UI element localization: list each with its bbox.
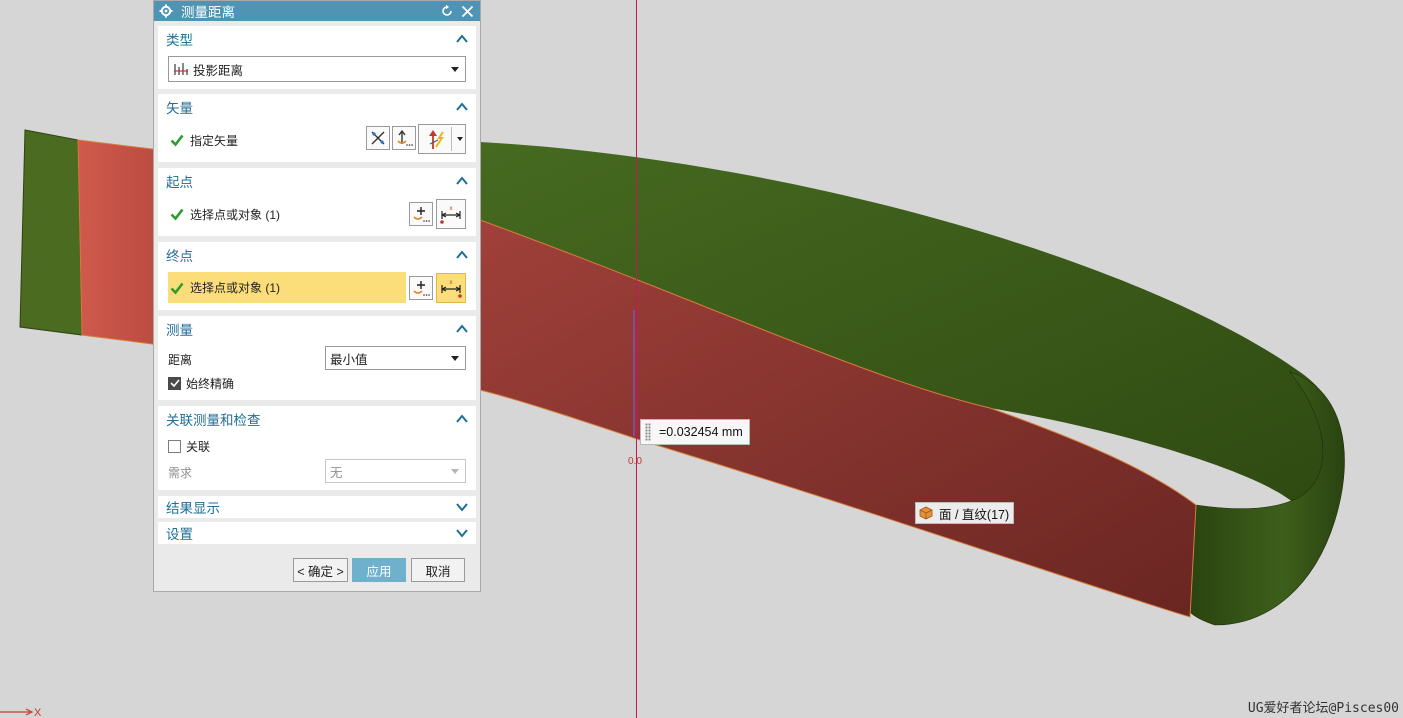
section-settings-title: 设置 bbox=[166, 527, 193, 542]
section-settings-header[interactable]: 设置 bbox=[158, 522, 476, 544]
end-point-dialog-button[interactable] bbox=[409, 276, 433, 300]
axis-triad-icon: X bbox=[0, 707, 42, 718]
distance-dropdown-value: 最小值 bbox=[330, 352, 368, 367]
inferred-vector-button[interactable] bbox=[366, 126, 390, 150]
point-on-curve-icon: x bbox=[440, 206, 461, 224]
ok-button[interactable]: < 确定 > bbox=[293, 558, 348, 582]
section-type-header[interactable]: 类型 bbox=[158, 26, 476, 52]
chevron-up-icon bbox=[456, 414, 468, 423]
point-constructor-icon bbox=[413, 207, 430, 222]
apply-button[interactable]: 应用 bbox=[352, 558, 406, 582]
vector-dialog-button[interactable] bbox=[392, 126, 416, 150]
end-point-select-button[interactable]: x bbox=[436, 273, 466, 303]
close-icon bbox=[461, 5, 473, 17]
face-tooltip: 面 / 直纹(17) bbox=[915, 502, 1015, 524]
associate-label: 关联 bbox=[186, 439, 211, 454]
section-associative: 关联测量和检查 关联 需求 无 bbox=[158, 406, 476, 490]
section-results-title: 结果显示 bbox=[166, 501, 220, 516]
point-on-curve-icon: x bbox=[441, 280, 462, 298]
svg-text:x: x bbox=[450, 206, 453, 212]
chevron-up-icon bbox=[456, 102, 468, 111]
section-vector: 矢量 指定矢量 bbox=[158, 94, 476, 162]
checkmark-icon bbox=[169, 379, 180, 388]
start-point-dialog-button[interactable] bbox=[409, 202, 433, 226]
grip-icon[interactable] bbox=[645, 423, 651, 441]
always-accurate-label: 始终精确 bbox=[186, 376, 235, 391]
requirement-label: 需求 bbox=[168, 465, 193, 480]
measure-distance-dialog: 测量距离 类型 投影距离 矢量 指定矢量 起点 选择点或对象 (1) x 终点 … bbox=[153, 0, 481, 592]
gear-icon bbox=[159, 4, 173, 18]
distance-label: 距离 bbox=[168, 352, 193, 367]
chevron-up-icon bbox=[456, 324, 468, 333]
section-start-header[interactable]: 起点 bbox=[158, 168, 476, 194]
reset-button[interactable] bbox=[439, 3, 455, 19]
requirement-dropdown-value: 无 bbox=[330, 465, 343, 480]
section-measure: 测量 距离 最小值 始终精确 bbox=[158, 316, 476, 400]
point-constructor-icon bbox=[413, 281, 430, 296]
section-measure-header[interactable]: 测量 bbox=[158, 316, 476, 342]
vector-label: 指定矢量 bbox=[190, 133, 239, 148]
section-settings: 设置 bbox=[158, 522, 476, 544]
check-icon bbox=[170, 134, 184, 147]
vector-type-dropdown[interactable] bbox=[418, 124, 466, 154]
vector-diagonal-icon bbox=[371, 131, 385, 145]
chevron-down-icon bbox=[456, 529, 468, 538]
close-button[interactable] bbox=[459, 3, 475, 19]
watermark: UG爱好者论坛@Pisces00 bbox=[1247, 701, 1399, 716]
check-icon bbox=[170, 282, 184, 294]
always-accurate-checkbox[interactable] bbox=[168, 376, 181, 390]
section-measure-title: 测量 bbox=[166, 323, 193, 338]
auto-vector-icon bbox=[428, 130, 444, 149]
section-results-header[interactable]: 结果显示 bbox=[158, 496, 476, 518]
zero-label: 0.0 bbox=[628, 456, 642, 467]
check-icon bbox=[170, 208, 184, 221]
section-end: 终点 选择点或对象 (1) x bbox=[158, 242, 476, 310]
axis-x-label: X bbox=[34, 707, 42, 718]
end-point-row[interactable]: 选择点或对象 (1) bbox=[168, 272, 406, 303]
distance-dropdown[interactable]: 最小值 bbox=[325, 346, 466, 370]
measurement-value: =0.032454 mm bbox=[659, 425, 743, 439]
dropdown-arrow-icon bbox=[451, 469, 459, 474]
end-point-label: 选择点或对象 (1) bbox=[190, 281, 281, 295]
dialog-title: 测量距离 bbox=[181, 5, 235, 20]
always-accurate-row[interactable]: 始终精确 bbox=[158, 374, 476, 392]
projected-distance-icon bbox=[174, 63, 188, 75]
cancel-button[interactable]: 取消 bbox=[411, 558, 465, 582]
chevron-down-icon bbox=[456, 503, 468, 512]
chevron-up-icon bbox=[456, 34, 468, 43]
section-start-title: 起点 bbox=[166, 175, 193, 190]
vector-constructor-icon bbox=[397, 129, 413, 146]
section-associative-title: 关联测量和检查 bbox=[166, 413, 261, 428]
section-end-header[interactable]: 终点 bbox=[158, 242, 476, 268]
projection-vector-line bbox=[636, 0, 637, 718]
associate-checkbox[interactable] bbox=[168, 439, 181, 453]
dropdown-arrow-icon bbox=[451, 67, 459, 72]
measurement-readout[interactable]: =0.032454 mm bbox=[640, 419, 750, 445]
chevron-up-icon bbox=[456, 176, 468, 185]
section-start: 起点 选择点或对象 (1) x bbox=[158, 168, 476, 236]
start-point-label: 选择点或对象 (1) bbox=[190, 207, 281, 222]
start-point-select-button[interactable]: x bbox=[436, 199, 466, 229]
dropdown-arrow-icon bbox=[451, 356, 459, 361]
section-associative-header[interactable]: 关联测量和检查 bbox=[158, 406, 476, 432]
section-type: 类型 投影距离 bbox=[158, 26, 476, 89]
type-dropdown[interactable]: 投影距离 bbox=[168, 56, 466, 82]
section-results: 结果显示 bbox=[158, 496, 476, 518]
section-type-title: 类型 bbox=[166, 33, 193, 48]
chevron-up-icon bbox=[456, 250, 468, 259]
requirement-dropdown[interactable]: 无 bbox=[325, 459, 466, 483]
reset-icon bbox=[442, 4, 452, 16]
face-cube-icon bbox=[919, 506, 933, 520]
section-vector-header[interactable]: 矢量 bbox=[158, 94, 476, 120]
type-dropdown-value: 投影距离 bbox=[193, 63, 244, 78]
face-tooltip-label: 面 / 直纹(17) bbox=[939, 507, 1010, 522]
dialog-titlebar[interactable]: 测量距离 bbox=[154, 1, 480, 21]
section-vector-title: 矢量 bbox=[166, 101, 193, 116]
section-end-title: 终点 bbox=[166, 249, 193, 264]
associate-row[interactable]: 关联 bbox=[158, 437, 476, 455]
svg-text:x: x bbox=[450, 280, 453, 286]
